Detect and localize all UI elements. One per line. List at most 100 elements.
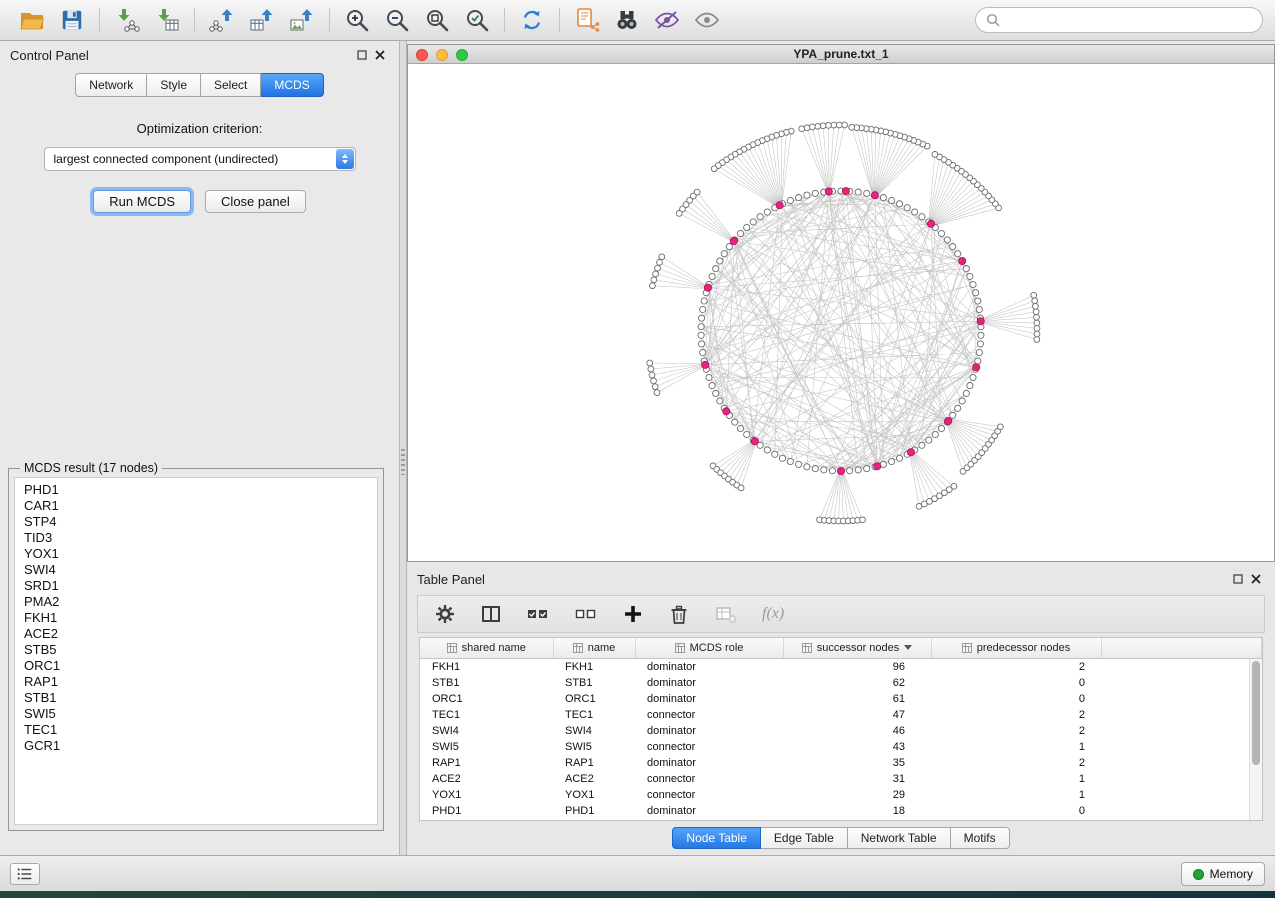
table-row[interactable]: SWI5SWI5connector431 xyxy=(420,739,1262,755)
mcds-result-item[interactable]: CAR1 xyxy=(24,498,377,514)
document-share-button[interactable] xyxy=(567,3,607,37)
table-scrollbar[interactable] xyxy=(1249,659,1262,820)
task-history-button[interactable] xyxy=(10,863,40,885)
table-cell xyxy=(1101,755,1262,771)
network-window-titlebar: YPA_prune.txt_1 xyxy=(408,45,1274,64)
export-image-button[interactable] xyxy=(282,3,322,37)
table-row[interactable]: STB1STB1dominator620 xyxy=(420,675,1262,691)
table-cell: connector xyxy=(635,771,783,787)
eye-slash-button[interactable] xyxy=(647,3,687,37)
table-row[interactable]: FKH1FKH1dominator962 xyxy=(420,658,1262,675)
column-header-predecessor-nodes[interactable]: predecessor nodes xyxy=(931,638,1101,658)
export-table-button[interactable] xyxy=(242,3,282,37)
refresh-button[interactable] xyxy=(512,3,552,37)
table-cell: PHD1 xyxy=(553,803,635,819)
gear-icon xyxy=(434,603,456,625)
zoom-selected-button[interactable] xyxy=(457,3,497,37)
mcds-result-item[interactable]: SWI5 xyxy=(24,706,377,722)
float-panel-button[interactable] xyxy=(353,46,371,64)
network-view[interactable] xyxy=(408,64,1274,561)
save-button[interactable] xyxy=(52,3,92,37)
tab-mcds[interactable]: MCDS xyxy=(261,73,323,97)
show-columns-button[interactable] xyxy=(480,599,502,629)
tab-edge-table[interactable]: Edge Table xyxy=(761,827,848,849)
tab-network-table[interactable]: Network Table xyxy=(848,827,951,849)
mcds-result-item[interactable]: TEC1 xyxy=(24,722,377,738)
export-network-button[interactable] xyxy=(202,3,242,37)
mcds-result-item[interactable]: GCR1 xyxy=(24,738,377,754)
mcds-result-item[interactable]: ORC1 xyxy=(24,658,377,674)
close-mcds-panel-button[interactable]: Close panel xyxy=(205,190,306,213)
splitter-grip-icon xyxy=(401,449,405,475)
close-table-panel-button[interactable] xyxy=(1247,570,1265,588)
table-cell: dominator xyxy=(635,691,783,707)
column-header-successor-nodes[interactable]: successor nodes xyxy=(783,638,931,658)
table-cell: 43 xyxy=(783,739,931,755)
table-row[interactable]: TEC1TEC1connector472 xyxy=(420,707,1262,723)
tab-motifs[interactable]: Motifs xyxy=(951,827,1010,849)
zoom-fit-button[interactable] xyxy=(417,3,457,37)
criterion-select[interactable]: largest connected component (undirected) xyxy=(44,147,356,171)
mcds-result-item[interactable]: SRD1 xyxy=(24,578,377,594)
mcds-result-item[interactable]: ACE2 xyxy=(24,626,377,642)
table-cell: dominator xyxy=(635,803,783,819)
vertical-splitter[interactable] xyxy=(400,41,407,855)
column-header-name[interactable]: name xyxy=(553,638,635,658)
import-network-icon xyxy=(114,7,140,33)
table-cell: ACE2 xyxy=(553,771,635,787)
close-panel-button[interactable] xyxy=(371,46,389,64)
mcds-result-item[interactable]: RAP1 xyxy=(24,674,377,690)
tab-style[interactable]: Style xyxy=(147,73,201,97)
control-panel: Control Panel Network Style Select MCDS xyxy=(0,41,400,855)
import-network-button[interactable] xyxy=(107,3,147,37)
tab-network[interactable]: Network xyxy=(75,73,147,97)
table-row[interactable]: PHD1PHD1dominator180 xyxy=(420,803,1262,819)
column-header-shared-name[interactable]: shared name xyxy=(420,638,553,658)
eye-button[interactable] xyxy=(687,3,727,37)
open-file-button[interactable] xyxy=(12,3,52,37)
add-column-button[interactable] xyxy=(622,599,644,629)
table-row[interactable]: RAP1RAP1dominator352 xyxy=(420,755,1262,771)
maximize-window-button[interactable] xyxy=(456,49,468,61)
mcds-result-item[interactable]: STB1 xyxy=(24,690,377,706)
tab-select[interactable]: Select xyxy=(201,73,261,97)
minimize-window-button[interactable] xyxy=(436,49,448,61)
mcds-result-item[interactable]: STP4 xyxy=(24,514,377,530)
zoom-in-button[interactable] xyxy=(337,3,377,37)
search-input[interactable] xyxy=(1006,13,1252,27)
table-cell: 62 xyxy=(783,675,931,691)
float-table-panel-button[interactable] xyxy=(1229,570,1247,588)
table-cell: dominator xyxy=(635,723,783,739)
chevron-up-down-icon xyxy=(336,149,354,169)
memory-button[interactable]: Memory xyxy=(1181,862,1265,886)
deselect-all-button[interactable] xyxy=(574,599,598,629)
table-row[interactable]: ACE2ACE2connector311 xyxy=(420,771,1262,787)
mcds-result-item[interactable]: YOX1 xyxy=(24,546,377,562)
close-icon xyxy=(1250,573,1262,585)
mcds-result-item[interactable]: FKH1 xyxy=(24,610,377,626)
mcds-result-item[interactable]: PHD1 xyxy=(24,482,377,498)
mcds-result-item[interactable]: TID3 xyxy=(24,530,377,546)
table-row[interactable]: ORC1ORC1dominator610 xyxy=(420,691,1262,707)
delete-column-button[interactable] xyxy=(668,599,690,629)
table-row[interactable]: YOX1YOX1connector291 xyxy=(420,787,1262,803)
close-window-button[interactable] xyxy=(416,49,428,61)
column-header-mcds-role[interactable]: MCDS role xyxy=(635,638,783,658)
mcds-result-item[interactable]: SWI4 xyxy=(24,562,377,578)
import-table-button[interactable] xyxy=(147,3,187,37)
table-settings-button[interactable] xyxy=(434,599,456,629)
table-row[interactable]: SWI4SWI4dominator462 xyxy=(420,723,1262,739)
table-scrollbar-thumb[interactable] xyxy=(1252,661,1260,765)
plus-icon xyxy=(622,603,644,625)
mcds-result-item[interactable]: STB5 xyxy=(24,642,377,658)
mcds-result-item[interactable]: PMA2 xyxy=(24,594,377,610)
table-cell: 0 xyxy=(931,691,1101,707)
binoculars-button[interactable] xyxy=(607,3,647,37)
table-cell: connector xyxy=(635,707,783,723)
table-cell xyxy=(1101,658,1262,675)
zoom-out-button[interactable] xyxy=(377,3,417,37)
columns-icon xyxy=(480,603,502,625)
run-mcds-button[interactable]: Run MCDS xyxy=(93,190,191,213)
tab-node-table[interactable]: Node Table xyxy=(672,827,761,849)
select-all-button[interactable] xyxy=(526,599,550,629)
